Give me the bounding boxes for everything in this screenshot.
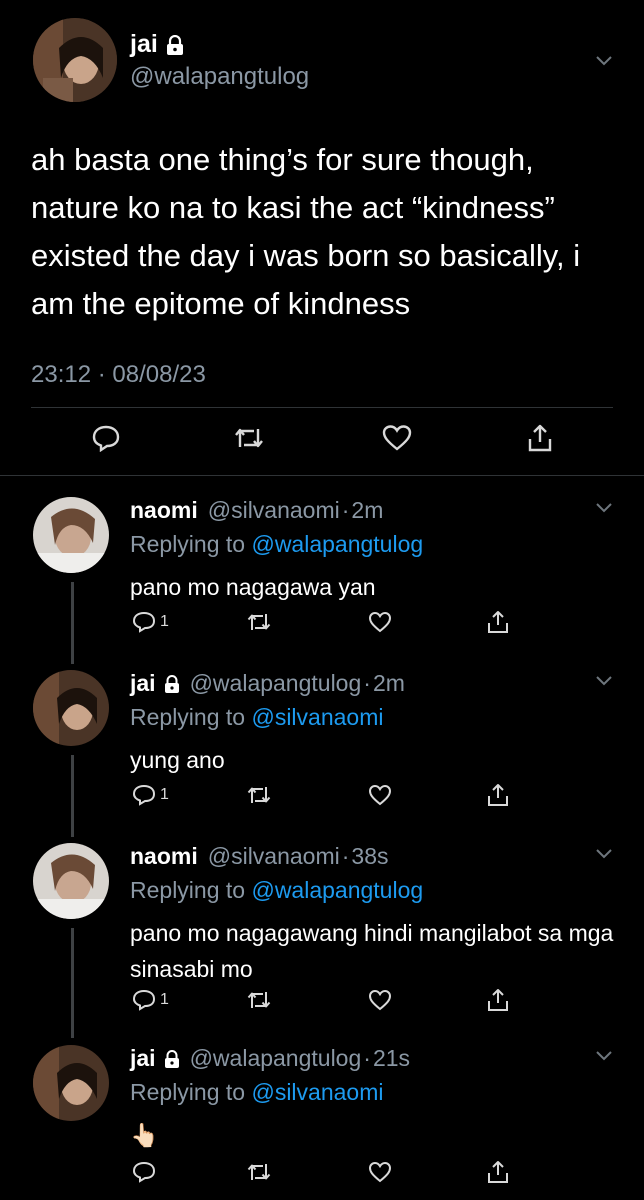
reply-time[interactable]: 38s xyxy=(351,843,388,870)
share-icon[interactable] xyxy=(486,985,510,1015)
lock-icon xyxy=(164,674,180,693)
like-icon[interactable] xyxy=(368,607,392,637)
avatar[interactable] xyxy=(33,843,109,919)
retweet-icon[interactable] xyxy=(231,420,267,456)
reply-icon xyxy=(132,784,156,806)
tweet-timestamp[interactable]: 23:12 · 08/08/23 xyxy=(31,361,206,389)
replying-to-label: Replying to xyxy=(130,1079,246,1105)
author-handle[interactable]: @silvanaomi xyxy=(208,497,340,524)
like-icon[interactable] xyxy=(368,985,392,1015)
tweet-text: ah basta one thing’s for sure though, na… xyxy=(31,142,581,321)
reply-icon xyxy=(132,611,156,633)
reply-count: 1 xyxy=(160,991,169,1008)
author-name[interactable]: jai xyxy=(130,30,184,59)
author-handle[interactable]: @walapangtulog xyxy=(130,63,309,91)
reply-emoji: 👆🏻 xyxy=(130,1122,159,1148)
retweet-icon[interactable] xyxy=(245,1157,273,1187)
author-name[interactable]: naomi xyxy=(130,497,198,524)
mention-link[interactable]: @walapangtulog xyxy=(251,531,423,557)
reply-icon[interactable] xyxy=(88,420,124,456)
share-icon[interactable] xyxy=(486,780,510,810)
author-handle[interactable]: @walapangtulog xyxy=(190,1045,362,1072)
reply-icon xyxy=(132,989,156,1011)
reply-tweet[interactable]: naomi @silvanaomi · 38s Replying to @wal… xyxy=(0,843,644,1023)
retweet-icon[interactable] xyxy=(245,985,273,1015)
section-divider xyxy=(0,475,644,476)
author-name-text: jai xyxy=(130,30,158,58)
avatar[interactable] xyxy=(33,1045,109,1121)
reply-time[interactable]: 2m xyxy=(351,497,383,524)
main-tweet: jai @walapangtulog ah basta one thing’s … xyxy=(0,0,644,475)
reply-tweet[interactable]: jai @walapangtulog · 2m Replying to @sil… xyxy=(0,670,644,820)
retweet-icon[interactable] xyxy=(245,780,273,810)
avatar[interactable] xyxy=(33,18,117,102)
chevron-down-icon[interactable] xyxy=(596,503,612,517)
share-icon[interactable] xyxy=(486,607,510,637)
reply-actions: 1 xyxy=(0,780,644,810)
reply-button[interactable]: 1 xyxy=(132,780,169,810)
avatar[interactable] xyxy=(33,670,109,746)
reply-text: pano mo nagagawa yan xyxy=(130,574,376,600)
reply-button[interactable]: 1 xyxy=(132,607,169,637)
mention-link[interactable]: @walapangtulog xyxy=(251,877,423,903)
separator-dot: · xyxy=(363,1045,371,1071)
separator-dot: · xyxy=(341,497,350,523)
avatar[interactable] xyxy=(33,497,109,573)
replying-to: Replying to @silvanaomi xyxy=(130,704,383,731)
reply-time[interactable]: 21s xyxy=(373,1045,410,1072)
separator-dot: · xyxy=(341,843,350,869)
reply-button[interactable] xyxy=(132,1157,160,1187)
reply-actions xyxy=(0,1157,644,1187)
chevron-down-icon[interactable] xyxy=(596,676,612,690)
author-handle[interactable]: @silvanaomi xyxy=(208,843,340,870)
reply-time[interactable]: 2m xyxy=(373,670,405,697)
divider xyxy=(31,407,613,408)
chevron-down-icon[interactable] xyxy=(596,1051,612,1065)
replying-to: Replying to @walapangtulog xyxy=(130,877,423,904)
replying-to-label: Replying to xyxy=(130,877,246,903)
reply-text: pano mo nagagawang hindi mangilabot sa m… xyxy=(130,920,614,982)
author-name[interactable]: jai xyxy=(130,1045,156,1072)
separator-dot: · xyxy=(363,670,371,696)
reply-tweet[interactable]: naomi @silvanaomi · 2m Replying to @wala… xyxy=(0,497,644,647)
reply-header: jai @walapangtulog · 2m xyxy=(130,670,405,697)
reply-icon xyxy=(132,1161,156,1183)
retweet-icon[interactable] xyxy=(245,607,273,637)
tweet-actions xyxy=(0,420,644,460)
share-icon[interactable] xyxy=(486,1157,510,1187)
author-name[interactable]: jai xyxy=(130,670,156,697)
mention-link[interactable]: @silvanaomi xyxy=(251,1079,383,1105)
replying-to-label: Replying to xyxy=(130,704,246,730)
share-icon[interactable] xyxy=(522,420,558,456)
replying-to-label: Replying to xyxy=(130,531,246,557)
mention-link[interactable]: @silvanaomi xyxy=(251,704,383,730)
like-icon[interactable] xyxy=(379,420,415,456)
like-icon[interactable] xyxy=(368,1157,392,1187)
reply-header: naomi @silvanaomi · 2m xyxy=(130,497,383,524)
reply-header: jai @walapangtulog · 21s xyxy=(130,1045,410,1072)
reply-button[interactable]: 1 xyxy=(132,985,169,1015)
reply-actions: 1 xyxy=(0,607,644,637)
reply-text: yung ano xyxy=(130,747,225,773)
chevron-down-icon[interactable] xyxy=(596,56,612,70)
reply-header: naomi @silvanaomi · 38s xyxy=(130,843,389,870)
reply-actions: 1 xyxy=(0,985,644,1015)
replying-to: Replying to @silvanaomi xyxy=(130,1079,383,1106)
chevron-down-icon[interactable] xyxy=(596,849,612,863)
author-name[interactable]: naomi xyxy=(130,843,198,870)
author-handle[interactable]: @walapangtulog xyxy=(190,670,362,697)
reply-count: 1 xyxy=(160,786,169,803)
reply-tweet[interactable]: jai @walapangtulog · 21s Replying to @si… xyxy=(0,1045,644,1195)
reply-count: 1 xyxy=(160,613,169,630)
lock-icon xyxy=(166,34,184,55)
replying-to: Replying to @walapangtulog xyxy=(130,531,423,558)
lock-icon xyxy=(164,1049,180,1068)
like-icon[interactable] xyxy=(368,780,392,810)
